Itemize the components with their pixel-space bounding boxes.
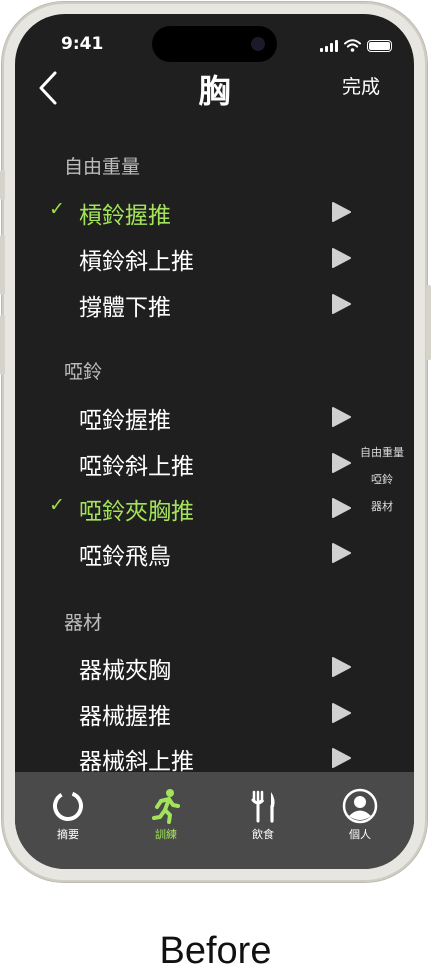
play-icon[interactable]	[331, 543, 351, 563]
play-icon[interactable]	[331, 294, 351, 314]
ring-icon	[53, 791, 83, 821]
section-index-item[interactable]: 自由重量	[360, 444, 404, 460]
exercise-list[interactable]: 自由重量 ✓ 槓鈴握推 槓鈴斜上推 撐體下推 啞鈴 啞鈴握推 啞鈴斜上推 ✓ 啞…	[15, 124, 414, 775]
exercise-label: 器械握推	[79, 704, 171, 730]
play-icon[interactable]	[331, 453, 351, 473]
play-icon[interactable]	[331, 202, 351, 222]
checkmark-icon: ✓	[49, 198, 65, 220]
fork-knife-icon	[251, 790, 275, 823]
status-time: 9:41	[61, 34, 104, 54]
tab-label: 個人	[349, 828, 371, 841]
section-header-free-weights: 自由重量	[64, 156, 141, 178]
list-item[interactable]: 啞鈴飛鳥	[15, 533, 414, 577]
running-figure-icon	[152, 789, 180, 824]
play-icon[interactable]	[331, 407, 351, 427]
section-header-dumbbell: 啞鈴	[64, 361, 103, 383]
cellular-signal-icon	[320, 40, 338, 52]
tab-training[interactable]: 訓練	[126, 788, 206, 842]
list-item[interactable]: 槓鈴斜上推	[15, 238, 414, 282]
play-icon[interactable]	[331, 748, 351, 768]
list-item[interactable]: 撐體下推	[15, 284, 414, 328]
exercise-label: 槓鈴握推	[79, 203, 171, 229]
dynamic-island	[152, 26, 277, 62]
done-button[interactable]: 完成	[342, 72, 380, 99]
volume-up-button	[0, 235, 5, 295]
power-button	[426, 285, 431, 360]
battery-icon	[367, 40, 392, 52]
exercise-label: 器械夾胸	[79, 658, 171, 684]
action-button	[0, 170, 5, 200]
exercise-label: 啞鈴斜上推	[79, 454, 194, 480]
tab-label: 摘要	[57, 828, 79, 841]
list-item[interactable]: 啞鈴握推	[15, 397, 414, 441]
exercise-label: 啞鈴夾胸推	[79, 499, 194, 525]
section-index-item[interactable]: 啞鈴	[360, 471, 404, 487]
exercise-label: 撐體下推	[79, 295, 171, 321]
tab-profile[interactable]: 個人	[320, 788, 400, 842]
checkmark-icon: ✓	[49, 494, 65, 516]
wifi-icon	[344, 39, 361, 52]
screen: 9:41 胸 完成 自由重量 ✓ 槓鈴握推 槓鈴斜上推 撐體下推 啞鈴 啞鈴握推…	[15, 14, 414, 869]
caption: Before	[159, 930, 272, 972]
section-index-item[interactable]: 器材	[360, 498, 404, 514]
tab-bar: 摘要 訓練 飲食 個人	[15, 772, 414, 869]
section-header-machine: 器材	[64, 612, 103, 634]
list-item[interactable]: 器械夾胸	[15, 647, 414, 691]
status-bar: 9:41	[15, 14, 414, 64]
camera-icon	[251, 37, 265, 51]
list-item[interactable]: ✓ 槓鈴握推	[15, 192, 414, 236]
person-circle-icon	[342, 788, 378, 824]
tab-summary[interactable]: 摘要	[28, 788, 108, 842]
exercise-label: 啞鈴握推	[79, 408, 171, 434]
status-icons	[320, 38, 392, 52]
exercise-label: 器械斜上推	[79, 749, 194, 775]
exercise-label: 槓鈴斜上推	[79, 249, 194, 275]
exercise-label: 啞鈴飛鳥	[79, 544, 171, 570]
play-icon[interactable]	[331, 248, 351, 268]
list-item[interactable]: 器械握推	[15, 693, 414, 737]
nav-bar: 胸 完成	[15, 64, 414, 124]
tab-diet[interactable]: 飲食	[223, 788, 303, 842]
volume-down-button	[0, 315, 5, 375]
tab-label: 飲食	[252, 828, 274, 841]
play-icon[interactable]	[331, 498, 351, 518]
list-item[interactable]: 啞鈴斜上推	[15, 443, 414, 487]
tab-label: 訓練	[155, 828, 177, 841]
play-icon[interactable]	[331, 703, 351, 723]
play-icon[interactable]	[331, 657, 351, 677]
list-item[interactable]: ✓ 啞鈴夾胸推	[15, 488, 414, 532]
section-index[interactable]: 自由重量 啞鈴 器材	[360, 444, 404, 525]
